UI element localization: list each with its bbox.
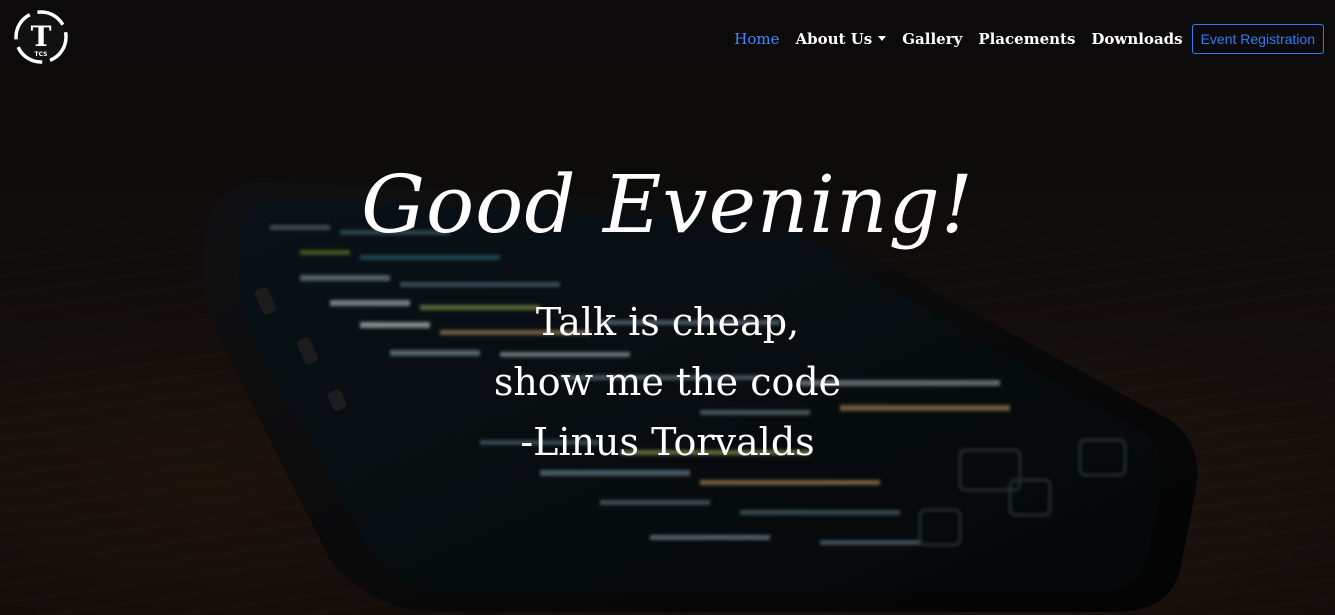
logo-letter: T xyxy=(31,20,52,53)
nav-gallery[interactable]: Gallery xyxy=(894,22,970,56)
quote-line: show me the code xyxy=(493,360,842,404)
event-registration-button[interactable]: Event Registration xyxy=(1191,24,1324,54)
nav-home[interactable]: Home xyxy=(726,22,787,56)
quote-line: Talk is cheap, xyxy=(535,300,800,344)
logo-small-text: TCS xyxy=(35,51,48,58)
greeting-heading: Good Evening! xyxy=(361,158,974,251)
nav-about-us-label: About Us xyxy=(795,30,873,48)
quote-block: Talk is cheap, show me the code -Linus T… xyxy=(0,292,1335,472)
hero-section: T TCS Home About Us Gallery Placements D… xyxy=(0,0,1335,615)
nav-placements[interactable]: Placements xyxy=(970,22,1083,56)
site-logo[interactable]: T TCS xyxy=(12,8,70,66)
nav-about-us[interactable]: About Us xyxy=(788,22,895,56)
chevron-down-icon xyxy=(878,36,887,41)
quote-author: -Linus Torvalds xyxy=(520,420,815,464)
nav-downloads[interactable]: Downloads xyxy=(1083,22,1190,56)
main-navbar: Home About Us Gallery Placements Downloa… xyxy=(726,22,1324,56)
